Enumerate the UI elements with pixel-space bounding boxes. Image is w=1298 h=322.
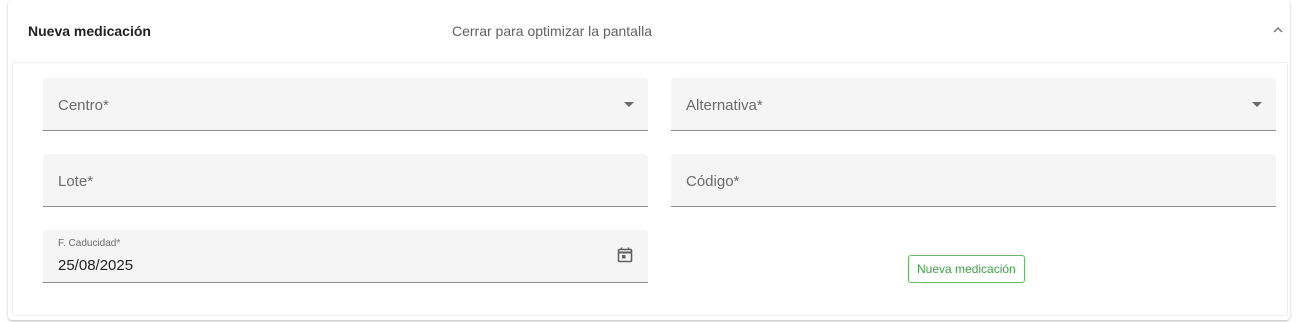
lote-input[interactable]: Lote* (43, 154, 648, 207)
panel-body: Centro* Alternativa* Lote* Código* F. Ca… (12, 62, 1288, 316)
chevron-up-icon[interactable] (1270, 22, 1286, 38)
new-medication-button[interactable]: Nueva medicación (908, 255, 1025, 283)
caducidad-label: F. Caducidad* (58, 238, 121, 249)
codigo-input[interactable]: Código* (671, 154, 1276, 207)
panel-description: Cerrar para optimizar la pantalla (452, 23, 652, 39)
centro-select[interactable]: Centro* (43, 78, 648, 131)
codigo-label: Código* (686, 173, 740, 190)
panel-title: Nueva medicación (28, 23, 151, 39)
alternativa-label: Alternativa* (686, 97, 763, 114)
caducidad-value: 25/08/2025 (58, 257, 134, 274)
lote-label: Lote* (58, 173, 94, 190)
dropdown-arrow-icon (624, 102, 634, 107)
centro-label: Centro* (58, 97, 109, 114)
panel-header[interactable]: Nueva medicación Cerrar para optimizar l… (8, 0, 1290, 62)
new-medication-panel: Nueva medicación Cerrar para optimizar l… (8, 0, 1290, 320)
dropdown-arrow-icon (1252, 102, 1262, 107)
caducidad-date-input[interactable]: F. Caducidad* 25/08/2025 (43, 230, 648, 283)
alternativa-select[interactable]: Alternativa* (671, 78, 1276, 131)
calendar-icon[interactable] (616, 246, 634, 264)
